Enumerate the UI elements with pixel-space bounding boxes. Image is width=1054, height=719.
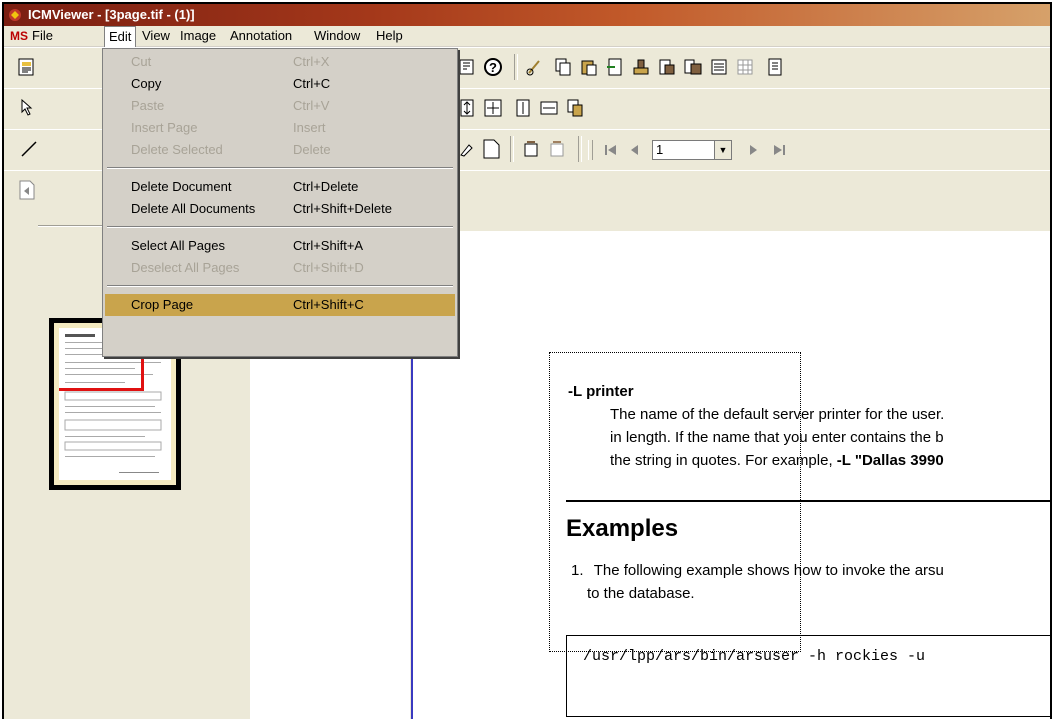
ms-logo-icon: MS <box>10 29 28 43</box>
option-description-line: the string in quotes. For example, -L "D… <box>610 452 944 469</box>
copy-image-icon[interactable] <box>564 97 586 119</box>
menu-item-cut[interactable]: Cut Ctrl+X <box>105 51 455 73</box>
last-page-icon[interactable] <box>768 139 790 161</box>
menu-edit[interactable]: Edit <box>104 26 137 47</box>
app-window: ICMViewer - [3page.tif - (1)] MS File Ed… <box>2 2 1052 719</box>
title-bar[interactable]: ICMViewer - [3page.tif - (1)] <box>4 4 1050 26</box>
chevron-down-icon[interactable]: ▼ <box>714 141 731 159</box>
example-line: 1. The following example shows how to in… <box>571 562 944 579</box>
menu-item-select-all-pages[interactable]: Select All Pages Ctrl+Shift+A <box>105 235 455 257</box>
insert-page-icon[interactable] <box>604 56 626 78</box>
option-name: printer <box>586 383 634 400</box>
fit-vertical-icon[interactable] <box>512 97 534 119</box>
print-all-icon[interactable] <box>682 56 704 78</box>
code-text: /usr/lpp/ars/bin/arsuser -h rockies -u <box>583 648 926 665</box>
menu-file[interactable]: File <box>28 26 57 46</box>
page-number-select[interactable]: 1 ▼ <box>652 140 732 160</box>
menu-separator <box>107 285 453 287</box>
line-tool-icon[interactable] <box>18 138 40 160</box>
option-heading: -L printer <box>568 383 634 400</box>
edit-menu: Cut Ctrl+X Copy Ctrl+C Paste Ctrl+V Inse… <box>102 48 458 357</box>
menu-image[interactable]: Image <box>176 26 220 46</box>
app-icon <box>9 9 21 21</box>
highlighter-icon[interactable] <box>456 138 478 160</box>
document-list-icon[interactable] <box>708 56 730 78</box>
menu-item-crop-page[interactable]: Crop Page Ctrl+Shift+C <box>105 294 455 316</box>
section-heading: Examples <box>566 515 679 542</box>
previous-page-icon[interactable] <box>624 139 646 161</box>
menu-item-copy[interactable]: Copy Ctrl+C <box>105 73 455 95</box>
properties-icon[interactable] <box>456 56 478 78</box>
menu-bar: MS File Edit View Image Annotation Windo… <box>4 26 1050 47</box>
option-description-line: The name of the default server printer f… <box>610 406 945 423</box>
help-icon[interactable]: ? <box>482 56 504 78</box>
copy-page-icon[interactable] <box>552 56 574 78</box>
fit-width-icon[interactable] <box>538 97 560 119</box>
menu-separator <box>107 226 453 228</box>
menu-item-delete-selected[interactable]: Delete Selected Delete <box>105 139 455 161</box>
rotate-right-icon[interactable] <box>546 138 568 160</box>
paste-page-icon[interactable] <box>578 56 600 78</box>
fit-height-icon[interactable] <box>456 97 478 119</box>
next-page-icon[interactable] <box>742 139 764 161</box>
page-icon[interactable] <box>764 56 786 78</box>
menu-annotation[interactable]: Annotation <box>226 26 296 46</box>
toolbar-grip <box>588 140 593 160</box>
menu-window[interactable]: Window <box>310 26 364 46</box>
menu-item-deselect-all-pages[interactable]: Deselect All Pages Ctrl+Shift+D <box>105 257 455 279</box>
section-rule <box>566 500 1050 502</box>
print-page-icon[interactable] <box>656 56 678 78</box>
thumbnail-pane-grip <box>38 225 108 227</box>
menu-separator <box>107 167 453 169</box>
cut-page-icon[interactable] <box>524 56 546 78</box>
menu-view[interactable]: View <box>138 26 174 46</box>
first-page-icon[interactable] <box>600 139 622 161</box>
example-number: 1. <box>571 562 584 579</box>
page-number-value: 1 <box>656 142 664 157</box>
example-text: The following example shows how to invok… <box>593 562 944 579</box>
menu-item-delete-document[interactable]: Delete Document Ctrl+Delete <box>105 176 455 198</box>
code-block: /usr/lpp/ars/bin/arsuser -h rockies -u <box>566 635 1050 717</box>
document-grid-icon[interactable] <box>734 56 756 78</box>
option-example-text: -L "Dallas 3990 <box>836 452 944 469</box>
menu-item-delete-all-documents[interactable]: Delete All Documents Ctrl+Shift+Delete <box>105 198 455 220</box>
blank-page-icon[interactable] <box>480 138 502 160</box>
menu-item-paste[interactable]: Paste Ctrl+V <box>105 95 455 117</box>
first-document-icon[interactable] <box>16 179 38 201</box>
stamp-icon[interactable] <box>630 56 652 78</box>
option-description-line: in length. If the name that you enter co… <box>610 429 944 446</box>
toolbar-separator <box>510 136 514 162</box>
menu-help[interactable]: Help <box>372 26 407 46</box>
example-line: to the database. <box>587 585 695 602</box>
toolbar-separator <box>578 136 582 162</box>
rotate-left-icon[interactable] <box>520 138 542 160</box>
svg-text:?: ? <box>489 60 497 75</box>
option-description-text: the string in quotes. For example, <box>610 452 837 469</box>
scan-icon[interactable] <box>16 56 38 78</box>
fit-page-icon[interactable] <box>482 97 504 119</box>
toolbar-separator <box>514 54 518 80</box>
window-title: ICMViewer - [3page.tif - (1)] <box>28 7 195 22</box>
document-view[interactable]: -L printer The name of the default serve… <box>411 231 1050 719</box>
menu-item-insert-page[interactable]: Insert Page Insert <box>105 117 455 139</box>
select-pointer-icon[interactable] <box>18 97 40 119</box>
option-flag: -L <box>568 383 582 400</box>
